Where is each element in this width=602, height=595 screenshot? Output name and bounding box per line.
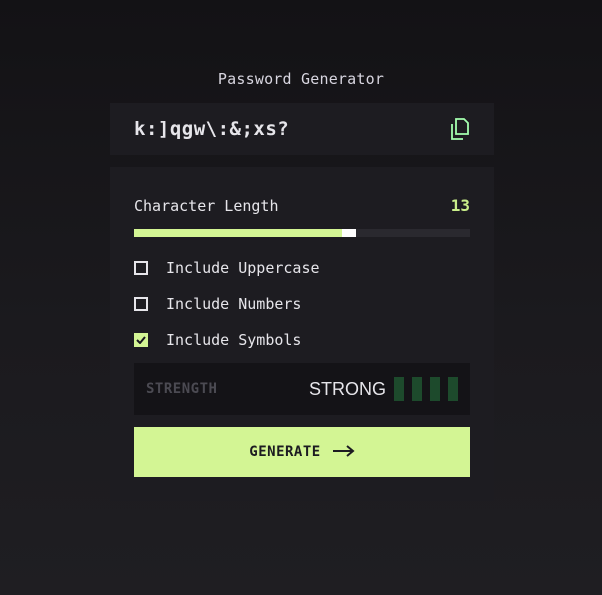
symbols-label: Include Symbols: [166, 331, 302, 349]
generate-button[interactable]: GENERATE: [134, 427, 470, 477]
settings-panel: Character Length 13 Include Uppercase In…: [110, 167, 494, 501]
strength-bars: [394, 377, 458, 401]
page-title: Password Generator: [217, 70, 385, 88]
length-slider[interactable]: [134, 229, 470, 237]
strength-bar: [412, 377, 422, 401]
slider-thumb[interactable]: [342, 229, 356, 237]
generate-label: GENERATE: [249, 444, 321, 460]
slider-fill: [134, 229, 342, 237]
copy-icon[interactable]: [450, 117, 470, 141]
option-symbols[interactable]: Include Symbols: [134, 331, 301, 349]
strength-label: STRENGTH: [146, 381, 218, 397]
strength-meter: STRENGTH STRONG: [134, 363, 470, 415]
numbers-checkbox[interactable]: [134, 297, 148, 311]
numbers-label: Include Numbers: [166, 295, 302, 313]
strength-bar: [430, 377, 440, 401]
strength-value: STRONG: [308, 378, 386, 399]
option-uppercase[interactable]: Include Uppercase: [134, 259, 320, 277]
symbols-checkbox[interactable]: [134, 333, 148, 347]
character-length-label: Character Length: [134, 196, 279, 215]
generated-password: k:]qgw\:&;xs?: [134, 118, 290, 140]
uppercase-checkbox[interactable]: [134, 261, 148, 275]
check-icon: [136, 336, 146, 344]
character-length-value: 13: [450, 196, 470, 215]
strength-indicator: STRONG: [309, 377, 458, 401]
strength-bar: [448, 377, 458, 401]
character-length-row: Character Length 13: [134, 196, 470, 215]
uppercase-label: Include Uppercase: [166, 259, 320, 277]
option-numbers[interactable]: Include Numbers: [134, 295, 301, 313]
strength-bar: [394, 377, 404, 401]
arrow-right-icon: [332, 444, 355, 460]
password-output: k:]qgw\:&;xs?: [110, 103, 494, 155]
